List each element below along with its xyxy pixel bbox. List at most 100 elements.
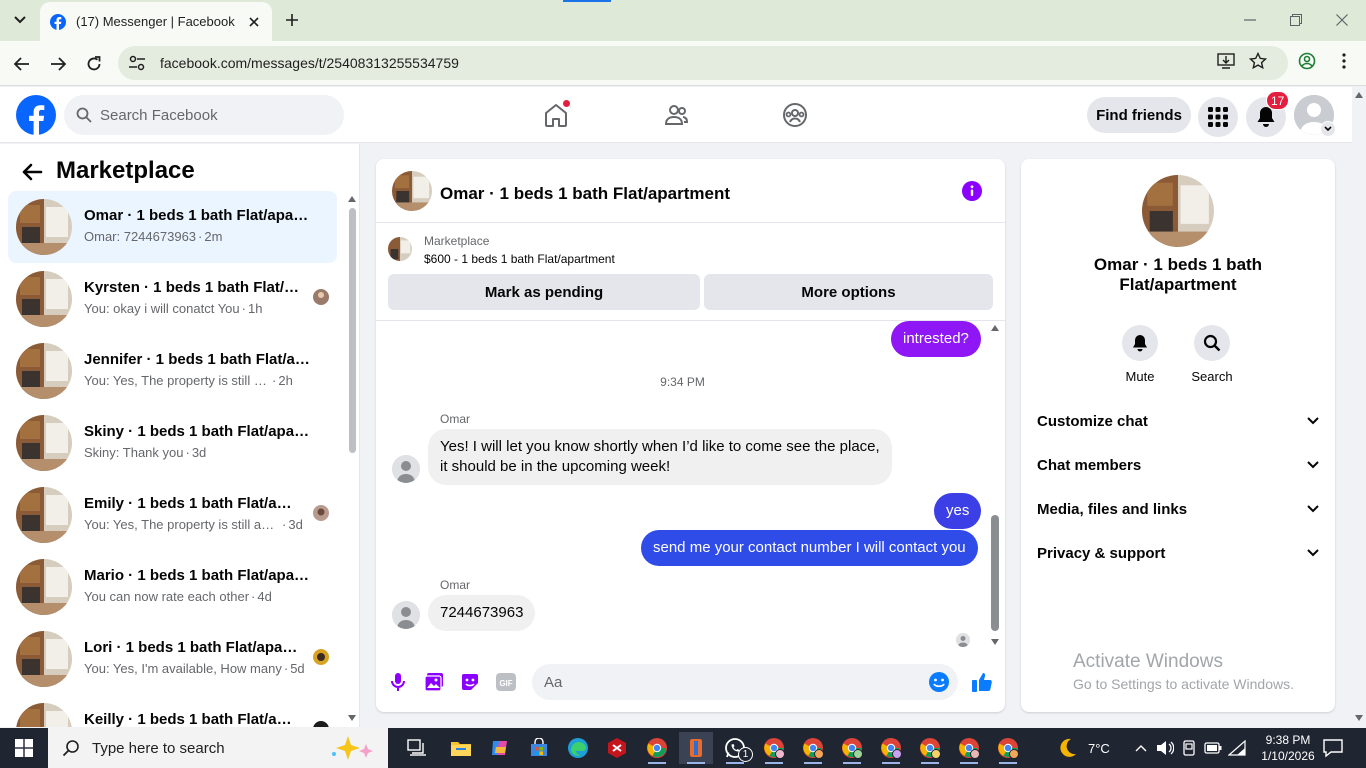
conversation-item[interactable]: Skiny · 1 beds 1 bath Flat/apartment Ski… xyxy=(8,407,337,479)
conversation-item[interactable]: Mario · 1 beds 1 bath Flat/apartment You… xyxy=(8,551,337,623)
restore-window-icon[interactable] xyxy=(1284,8,1308,32)
chrome-profile-icon[interactable] xyxy=(874,732,908,764)
volume-icon[interactable] xyxy=(1156,739,1174,757)
tab-search-chevron-icon[interactable] xyxy=(8,9,32,31)
listing-title[interactable]: $600 - 1 beds 1 bath Flat/apartment xyxy=(424,252,615,266)
notifications-bell-icon[interactable]: 17 xyxy=(1246,91,1290,137)
conversation-item[interactable]: Lori · 1 beds 1 bath Flat/apartment You:… xyxy=(8,623,337,695)
taskbar-search-box[interactable]: Type here to search xyxy=(48,728,388,768)
preview-text: You: Yes, The property is still availabl… xyxy=(84,517,280,532)
conversation-item[interactable]: Jennifer · 1 beds 1 bath Flat/apartment … xyxy=(8,335,337,407)
task-view-icon[interactable] xyxy=(400,732,434,764)
outgoing-message[interactable]: yes xyxy=(934,493,982,529)
preview-text: You: okay i will conatct You xyxy=(84,301,240,316)
show-hidden-icons-chevron-icon[interactable] xyxy=(1132,739,1150,757)
more-options-button[interactable]: More options xyxy=(704,274,993,310)
back-arrow-icon[interactable] xyxy=(20,160,44,184)
chrome-profile-icon[interactable] xyxy=(991,732,1025,764)
privacy-support-row[interactable]: Privacy & support xyxy=(1029,531,1327,575)
message-input[interactable]: Aa xyxy=(532,664,958,700)
photo-gallery-icon[interactable] xyxy=(423,671,445,693)
section-label: Chat members xyxy=(1037,456,1142,474)
preview-time: 5d xyxy=(290,661,305,676)
browser-tab-messenger[interactable]: (17) Messenger | Facebook xyxy=(40,2,272,41)
chrome-profile-icon[interactable] xyxy=(835,732,869,764)
chrome-profile-icon[interactable] xyxy=(757,732,791,764)
chrome-profile-icon[interactable] xyxy=(796,732,830,764)
browser-menu-icon[interactable] xyxy=(1334,51,1354,71)
bookmark-star-icon[interactable] xyxy=(1248,51,1268,71)
search-in-conversation-button[interactable]: Search xyxy=(1182,325,1242,384)
whatsapp-icon[interactable]: 1 xyxy=(718,732,753,764)
new-tab-plus-icon[interactable] xyxy=(282,10,302,30)
scrollbar-thumb[interactable] xyxy=(991,515,999,631)
outgoing-message[interactable]: intrested? xyxy=(891,321,981,357)
file-explorer-icon[interactable] xyxy=(444,732,478,764)
customize-chat-row[interactable]: Customize chat xyxy=(1029,399,1327,443)
page-scrollbar[interactable] xyxy=(1352,87,1366,727)
find-friends-button[interactable]: Find friends xyxy=(1087,97,1191,133)
mute-button[interactable]: Mute xyxy=(1110,325,1170,384)
sender-avatar[interactable] xyxy=(392,455,420,483)
copilot-icon[interactable] xyxy=(483,732,517,764)
incoming-message[interactable]: Yes! I will let you know shortly when I’… xyxy=(428,429,892,485)
chrome-profile-icon[interactable] xyxy=(952,732,986,764)
site-settings-icon[interactable] xyxy=(128,55,146,71)
info-icon[interactable] xyxy=(962,181,982,201)
close-window-icon[interactable] xyxy=(1330,8,1354,32)
conversation-item[interactable]: Omar · 1 beds 1 bath Flat/apartment Omar… xyxy=(8,191,337,263)
windows-start-icon[interactable] xyxy=(0,728,48,768)
conversation-name: Omar · 1 beds 1 bath Flat/apartment xyxy=(84,207,314,224)
back-arrow-icon[interactable] xyxy=(10,52,34,76)
chrome-browser-icon[interactable] xyxy=(640,732,674,764)
friends-nav-icon[interactable] xyxy=(660,99,692,131)
groups-nav-icon[interactable] xyxy=(779,99,811,131)
emoji-icon[interactable] xyxy=(928,671,950,693)
chat-listing-thumbnail[interactable] xyxy=(392,171,432,211)
wifi-icon[interactable] xyxy=(1228,739,1246,757)
search-label: Search xyxy=(1191,369,1233,384)
conversation-item[interactable]: Kyrsten · 1 beds 1 bath Flat/apartment Y… xyxy=(8,263,337,335)
edge-browser-icon[interactable] xyxy=(561,732,595,764)
conversation-info-panel: Omar · 1 beds 1 bath Flat/apartment Mute… xyxy=(1021,159,1335,712)
close-tab-icon[interactable] xyxy=(246,14,262,30)
conversation-list-scrollbar[interactable] xyxy=(345,194,359,727)
incoming-message[interactable]: 7244673963 xyxy=(428,595,536,631)
chrome-profile-icon[interactable] xyxy=(913,732,947,764)
device-icon[interactable] xyxy=(1180,739,1198,757)
profile-account-icon[interactable] xyxy=(1297,51,1317,71)
install-app-icon[interactable] xyxy=(1216,51,1236,71)
chat-members-row[interactable]: Chat members xyxy=(1029,443,1327,487)
gif-icon[interactable]: GIF xyxy=(495,671,517,693)
microphone-icon[interactable] xyxy=(387,671,409,693)
app-red-icon[interactable] xyxy=(600,732,634,764)
account-chevron-icon[interactable] xyxy=(1320,121,1336,137)
chat-title[interactable]: Omar · 1 beds 1 bath Flat/apartment xyxy=(440,184,730,204)
menu-grid-icon[interactable] xyxy=(1198,97,1238,137)
conversation-item[interactable]: Emily · 1 beds 1 bath Flat/apartment You… xyxy=(8,479,337,551)
battery-icon[interactable] xyxy=(1204,739,1222,757)
sticker-icon[interactable] xyxy=(459,671,481,693)
scrollbar-thumb[interactable] xyxy=(349,208,356,453)
notification-center-icon[interactable] xyxy=(1322,738,1344,758)
conversation-item[interactable]: Keilly · 1 beds 1 bath Flat/apartment xyxy=(8,695,337,727)
home-nav-icon[interactable] xyxy=(540,99,572,131)
chat-scrollbar[interactable] xyxy=(988,325,1002,647)
taskbar-clock[interactable]: 9:38 PM 1/10/2026 xyxy=(1256,732,1320,764)
mark-as-pending-button[interactable]: Mark as pending xyxy=(388,274,700,310)
reload-icon[interactable] xyxy=(82,52,106,76)
microsoft-store-icon[interactable] xyxy=(522,732,556,764)
app-pinned-icon[interactable] xyxy=(679,732,713,764)
weather-widget[interactable]: 7°C xyxy=(1056,728,1110,768)
sender-avatar[interactable] xyxy=(392,601,420,629)
outgoing-message[interactable]: send me your contact number I will conta… xyxy=(641,530,978,566)
facebook-logo-icon[interactable] xyxy=(16,95,56,135)
facebook-search-input[interactable]: Search Facebook xyxy=(64,95,344,135)
minimize-window-icon[interactable] xyxy=(1238,8,1262,32)
address-bar[interactable]: facebook.com/messages/t/2540831325553475… xyxy=(118,46,1288,80)
media-files-links-row[interactable]: Media, files and links xyxy=(1029,487,1327,531)
like-thumbs-up-icon[interactable] xyxy=(971,671,993,693)
preview-text: You: Yes, I'm available, How many xyxy=(84,661,282,676)
preview-time: 2h xyxy=(278,373,293,388)
forward-arrow-icon[interactable] xyxy=(46,52,70,76)
